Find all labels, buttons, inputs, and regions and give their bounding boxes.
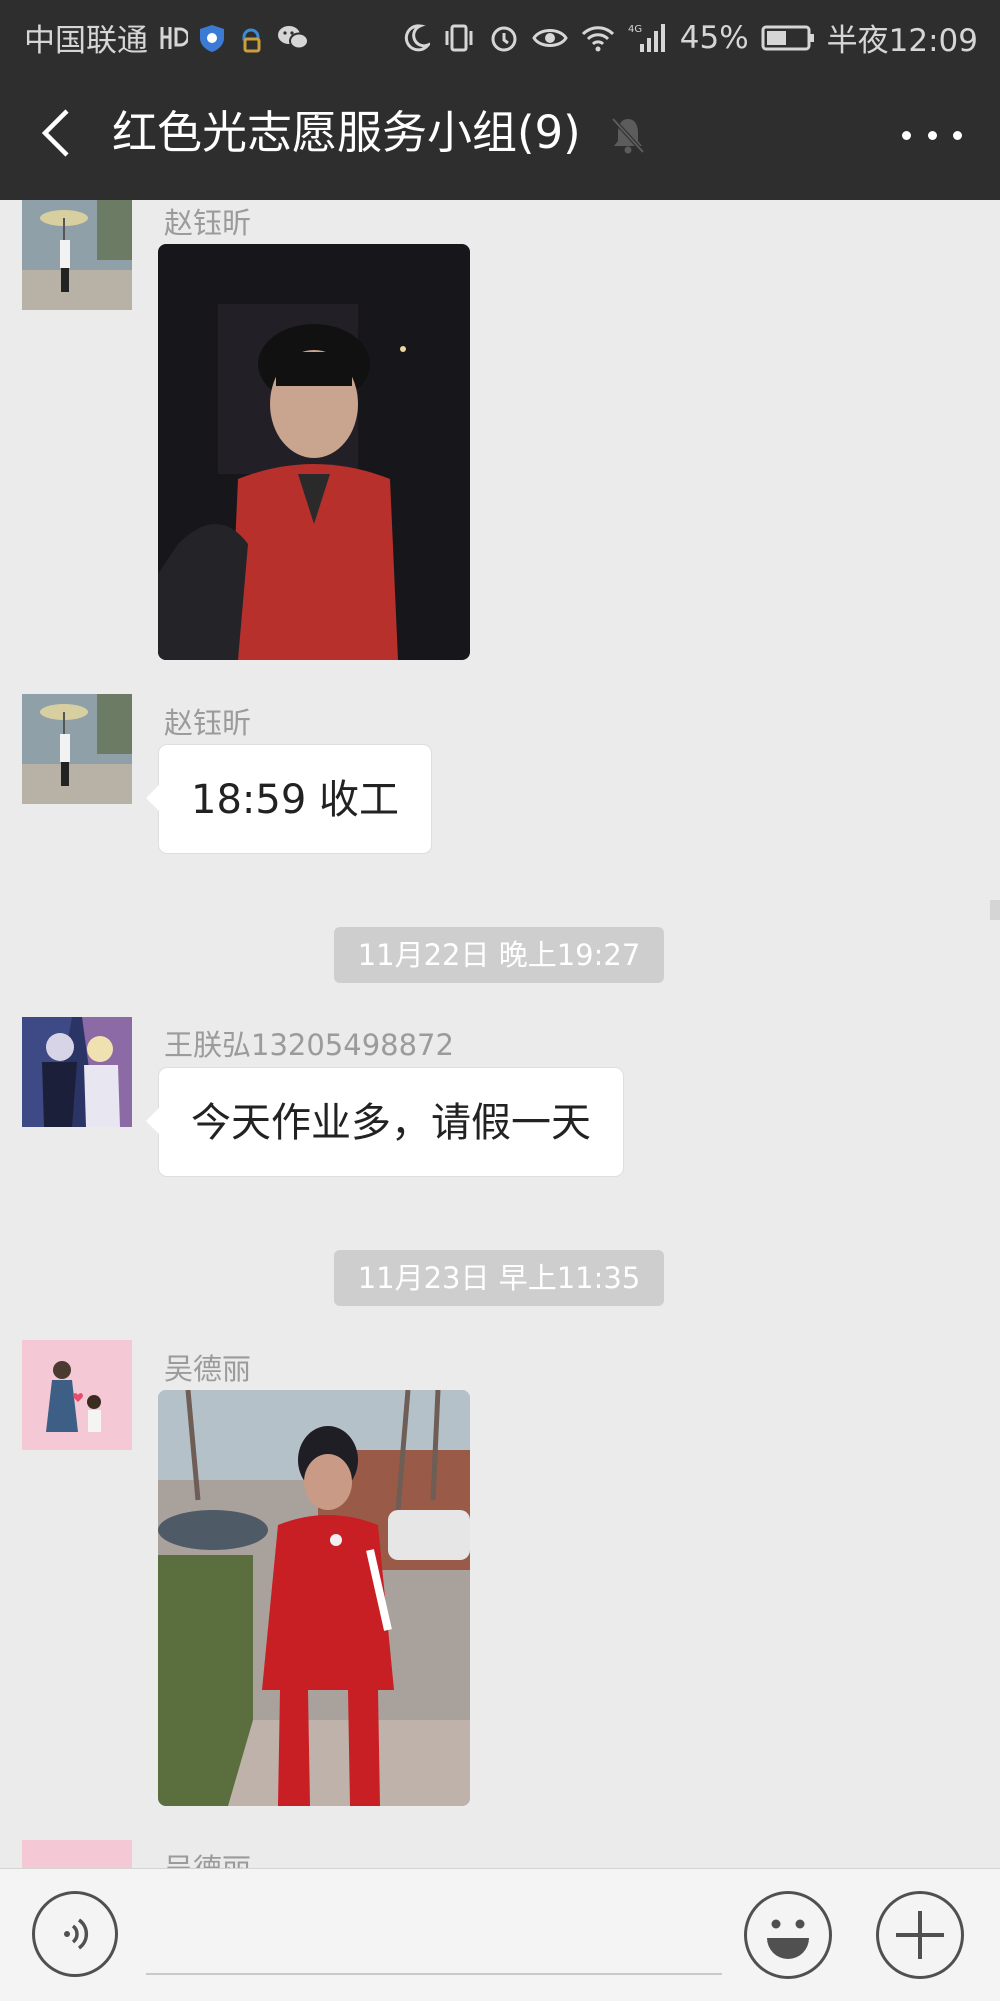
signal-icon: 4G [628,22,668,54]
sender-name: 赵钰昕 [164,706,252,740]
more-button[interactable] [902,117,962,153]
image-message[interactable] [158,1390,470,1806]
sender-name: 王朕弘13205498872 [164,1028,454,1062]
voice-icon [64,1918,89,1950]
scrollbar-thumb[interactable] [990,900,1000,920]
avatar[interactable] [22,1840,132,1868]
eye-icon [531,23,568,53]
image-message[interactable] [158,244,470,660]
text-message[interactable]: 今天作业多，请假一天 [146,1067,624,1177]
sender-name: 吴德丽 [164,1846,251,1868]
clock-time: 半夜12:09 [826,23,978,59]
alarm-icon [488,23,520,53]
battery-icon [761,24,815,52]
back-icon [41,109,69,157]
chat-area[interactable]: 赵钰昕 赵钰昕 18:59 收工 11月22日 晚上19:27 王朕弘13205… [0,200,1000,1868]
back-button[interactable] [30,103,82,163]
input-bar [0,1868,1000,2001]
sender-name: 吴德丽 [164,1352,252,1386]
plus-button[interactable] [876,1891,964,1979]
wechat-icon [276,23,310,53]
vibrate-icon [442,23,476,53]
timestamp: 11月23日 早上11:35 [334,1250,664,1306]
cloud-lock-icon [236,23,266,53]
carrier-label: 中国联通 [24,23,148,59]
avatar[interactable] [22,200,132,310]
moon-icon [402,23,430,53]
emoji-button[interactable] [744,1891,832,1979]
avatar[interactable] [22,694,132,804]
hd-voice-icon [158,23,188,53]
shield-icon [198,23,226,53]
avatar[interactable] [22,1017,132,1127]
mute-bell-icon [610,115,646,159]
chat-header: 红色光志愿服务小组(9) [0,67,1000,200]
chat-title: 红色光志愿服务小组(9) [112,106,581,159]
plus-icon [896,1911,944,1959]
emoji-icon [767,1919,809,1959]
more-icon [902,130,911,140]
text-message[interactable]: 18:59 收工 [146,744,432,854]
battery-percent: 45% [679,19,749,56]
message-input[interactable] [146,1973,722,1975]
voice-button[interactable] [32,1891,118,1977]
avatar[interactable] [22,1340,132,1450]
sender-name: 赵钰昕 [164,206,252,240]
svg-text:4G: 4G [628,24,642,35]
timestamp: 11月22日 晚上19:27 [334,927,664,983]
wifi-icon [580,23,616,53]
status-bar: 中国联通 4G 45% 半夜12:09 [0,0,1000,67]
